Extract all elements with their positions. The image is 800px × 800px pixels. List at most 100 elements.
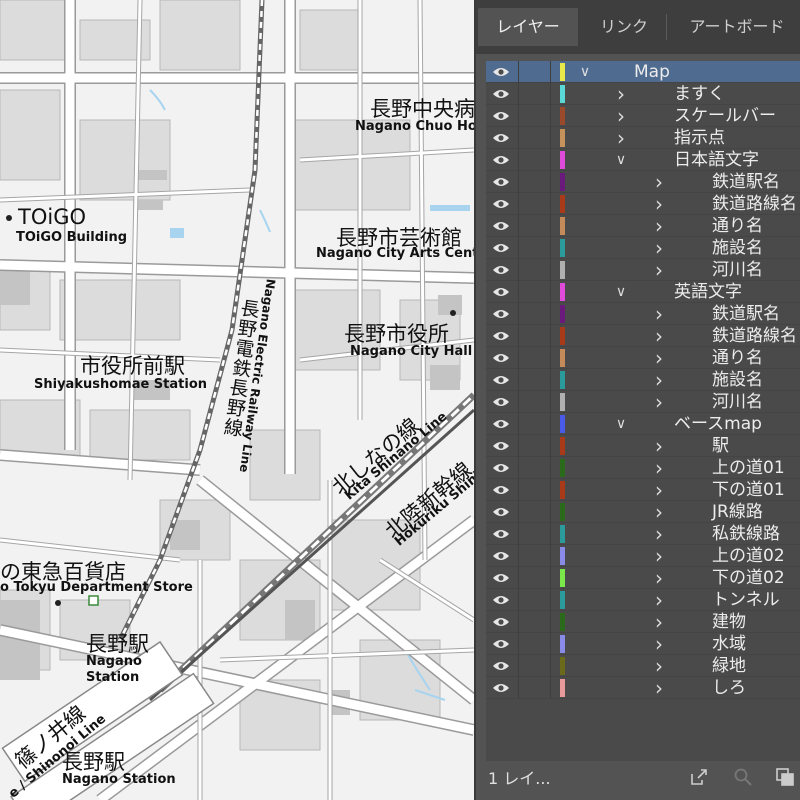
eye-icon[interactable]: [492, 550, 510, 562]
eye-icon[interactable]: [492, 220, 510, 232]
chevron-right-icon[interactable]: ›: [652, 436, 666, 456]
eye-icon[interactable]: [492, 198, 510, 210]
eye-icon[interactable]: [492, 484, 510, 496]
eye-icon[interactable]: [492, 242, 510, 254]
map-canvas[interactable]: TOiGO TOiGO Building 長野中央病 Nagano Chuo H…: [0, 0, 474, 800]
layer-row[interactable]: › 下の道02: [486, 567, 800, 589]
tab-artboards[interactable]: アートボード: [672, 8, 800, 46]
search-icon[interactable]: [732, 766, 754, 788]
layer-row[interactable]: › 駅: [486, 435, 800, 457]
chevron-right-icon[interactable]: ›: [652, 348, 666, 368]
tab-layers[interactable]: レイヤー: [478, 8, 578, 46]
layer-row[interactable]: › 下の道01: [486, 479, 800, 501]
layer-row[interactable]: ∨ ベースmap: [486, 413, 800, 435]
chevron-right-icon[interactable]: ›: [652, 678, 666, 698]
eye-icon[interactable]: [492, 264, 510, 276]
eye-icon[interactable]: [492, 594, 510, 606]
layer-row[interactable]: ∨ Map: [486, 61, 800, 83]
layer-row[interactable]: › 緑地: [486, 655, 800, 677]
layer-row[interactable]: › 上の道02: [486, 545, 800, 567]
layer-row[interactable]: › 通り名: [486, 215, 800, 237]
chevron-right-icon[interactable]: ›: [652, 612, 666, 632]
column-divider: [518, 259, 519, 281]
layer-row[interactable]: › 鉄道路線名: [486, 193, 800, 215]
layer-list[interactable]: ∨ Map › ますく › スケールバー › 指示点 ∨ 日本語文字 › 鉄道駅名 › 鉄道路線名 › 通り名…: [486, 61, 800, 761]
layer-row[interactable]: › 施設名: [486, 237, 800, 259]
eye-icon[interactable]: [492, 110, 510, 122]
chevron-right-icon[interactable]: ›: [652, 392, 666, 412]
eye-icon[interactable]: [492, 308, 510, 320]
layer-row[interactable]: › 鉄道駅名: [486, 171, 800, 193]
eye-icon[interactable]: [492, 132, 510, 144]
eye-icon[interactable]: [492, 374, 510, 386]
chevron-right-icon[interactable]: ›: [652, 546, 666, 566]
eye-icon[interactable]: [492, 660, 510, 672]
eye-icon[interactable]: [492, 352, 510, 364]
layer-row[interactable]: › 上の道01: [486, 457, 800, 479]
layer-row[interactable]: › トンネル: [486, 589, 800, 611]
nagano-station-label-en-1: Nagano: [86, 654, 142, 669]
chevron-right-icon[interactable]: ›: [614, 106, 628, 126]
chevron-down-icon[interactable]: ∨: [614, 415, 628, 433]
tab-links[interactable]: リンク: [582, 8, 666, 46]
eye-icon[interactable]: [492, 66, 510, 78]
layer-row[interactable]: › 建物: [486, 611, 800, 633]
layer-row[interactable]: › 鉄道駅名: [486, 303, 800, 325]
eye-icon[interactable]: [492, 462, 510, 474]
chevron-right-icon[interactable]: ›: [652, 260, 666, 280]
chevron-right-icon[interactable]: ›: [652, 480, 666, 500]
layer-row[interactable]: › 河川名: [486, 259, 800, 281]
chevron-right-icon[interactable]: ›: [652, 656, 666, 676]
layer-row[interactable]: › しろ: [486, 677, 800, 699]
layer-row[interactable]: › 通り名: [486, 347, 800, 369]
chevron-right-icon[interactable]: ›: [652, 238, 666, 258]
layer-row[interactable]: ∨ 日本語文字: [486, 149, 800, 171]
eye-icon[interactable]: [492, 330, 510, 342]
chevron-right-icon[interactable]: ›: [614, 128, 628, 148]
eye-icon[interactable]: [492, 286, 510, 298]
eye-icon[interactable]: [492, 638, 510, 650]
eye-icon[interactable]: [492, 396, 510, 408]
layer-row[interactable]: › 鉄道路線名: [486, 325, 800, 347]
chevron-right-icon[interactable]: ›: [652, 568, 666, 588]
layer-row[interactable]: › 河川名: [486, 391, 800, 413]
chevron-right-icon[interactable]: ›: [652, 194, 666, 214]
chevron-right-icon[interactable]: ›: [652, 634, 666, 654]
chevron-right-icon[interactable]: ›: [652, 458, 666, 478]
eye-icon[interactable]: [492, 440, 510, 452]
chevron-right-icon[interactable]: ›: [614, 84, 628, 104]
column-divider: [550, 435, 551, 457]
eye-icon[interactable]: [492, 88, 510, 100]
clipping-mask-icon[interactable]: [774, 766, 796, 788]
layer-row[interactable]: › 私鉄線路: [486, 523, 800, 545]
chevron-right-icon[interactable]: ›: [652, 502, 666, 522]
chevron-right-icon[interactable]: ›: [652, 172, 666, 192]
chevron-right-icon[interactable]: ›: [652, 370, 666, 390]
layer-row[interactable]: › 指示点: [486, 127, 800, 149]
chevron-down-icon[interactable]: ∨: [614, 283, 628, 301]
eye-icon[interactable]: [492, 418, 510, 430]
eye-icon[interactable]: [492, 154, 510, 166]
layer-row[interactable]: › ますく: [486, 83, 800, 105]
layer-row[interactable]: › 水域: [486, 633, 800, 655]
chevron-right-icon[interactable]: ›: [652, 304, 666, 324]
layer-row[interactable]: › 施設名: [486, 369, 800, 391]
layer-row[interactable]: › JR線路: [486, 501, 800, 523]
layer-row[interactable]: ∨ 英語文字: [486, 281, 800, 303]
chevron-right-icon[interactable]: ›: [652, 326, 666, 346]
chevron-down-icon[interactable]: ∨: [614, 151, 628, 169]
layer-name: 建物: [712, 612, 746, 632]
chevron-right-icon[interactable]: ›: [652, 216, 666, 236]
eye-icon[interactable]: [492, 682, 510, 694]
eye-icon[interactable]: [492, 616, 510, 628]
eye-icon[interactable]: [492, 528, 510, 540]
chevron-right-icon[interactable]: ›: [652, 590, 666, 610]
eye-icon[interactable]: [492, 506, 510, 518]
chevron-down-icon[interactable]: ∨: [578, 63, 592, 81]
export-icon[interactable]: [688, 766, 710, 788]
eye-icon[interactable]: [492, 572, 510, 584]
column-divider: [518, 347, 519, 369]
chevron-right-icon[interactable]: ›: [652, 524, 666, 544]
eye-icon[interactable]: [492, 176, 510, 188]
layer-row[interactable]: › スケールバー: [486, 105, 800, 127]
